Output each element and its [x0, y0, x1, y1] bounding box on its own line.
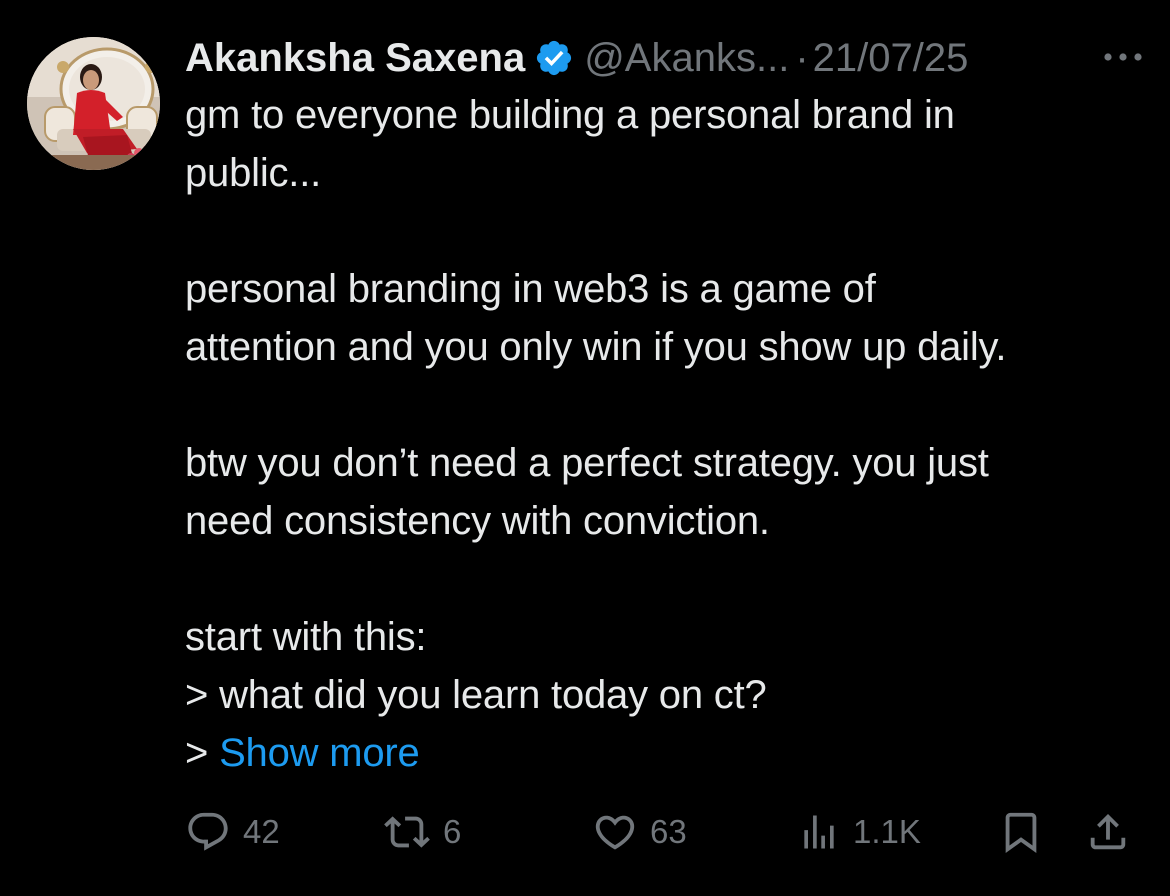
repost-count: 6 [443, 813, 462, 850]
views-chart-icon [804, 815, 834, 849]
repost-icon [384, 816, 430, 848]
author-display-name[interactable]: Akanksha Saxena [185, 32, 525, 84]
tweet-text-line: need consistency with conviction. [185, 499, 770, 543]
ellipsis-icon [1104, 53, 1142, 61]
profile-photo [27, 37, 160, 170]
views-button[interactable]: 1.1K [797, 802, 921, 862]
views-count: 1.1K [853, 813, 921, 850]
last-line-prefix: > [185, 731, 220, 775]
show-more-link[interactable]: Show more [219, 731, 420, 775]
author-avatar[interactable] [27, 37, 160, 170]
tweet-text-line: personal branding in web3 is a game of [185, 267, 876, 311]
tweet-text-line: btw you don’t need a perfect strategy. y… [185, 441, 989, 485]
more-options-button[interactable] [1101, 44, 1145, 70]
bookmark-icon [1005, 812, 1037, 853]
action-bar: 42 6 63 1.1K [185, 802, 1140, 862]
tweet-text-line: public... [185, 151, 322, 195]
reply-icon [188, 812, 228, 851]
post-date[interactable]: 21/07/25 [813, 32, 969, 84]
tweet-text-line: gm to everyone building a personal brand… [185, 93, 955, 137]
reply-button[interactable]: 42 [185, 802, 280, 862]
bookmark-button[interactable] [998, 802, 1044, 862]
tweet-text-line: start with this: [185, 615, 427, 659]
header-separator: · [795, 36, 809, 80]
heart-icon [595, 815, 635, 850]
reply-count: 42 [243, 813, 280, 850]
repost-button[interactable]: 6 [383, 802, 461, 862]
tweet-text-last-line: > Show more [185, 724, 1145, 782]
tweet[interactable]: Akanksha Saxena @Akanks... · 21/07/25 gm… [0, 0, 1170, 896]
tweet-text-line: attention and you only win if you show u… [185, 325, 1007, 369]
like-count: 63 [650, 813, 687, 850]
tweet-header: Akanksha Saxena @Akanks... · 21/07/25 [185, 32, 1145, 84]
like-button[interactable]: 63 [592, 802, 687, 862]
author-handle[interactable]: @Akanks... [584, 32, 789, 84]
tweet-text-line: > what did you learn today on ct? [185, 673, 767, 717]
share-icon [1090, 813, 1126, 850]
share-button[interactable] [1085, 802, 1131, 862]
tweet-text: gm to everyone building a personal brand… [185, 86, 1145, 782]
verified-badge-icon[interactable] [534, 38, 574, 78]
